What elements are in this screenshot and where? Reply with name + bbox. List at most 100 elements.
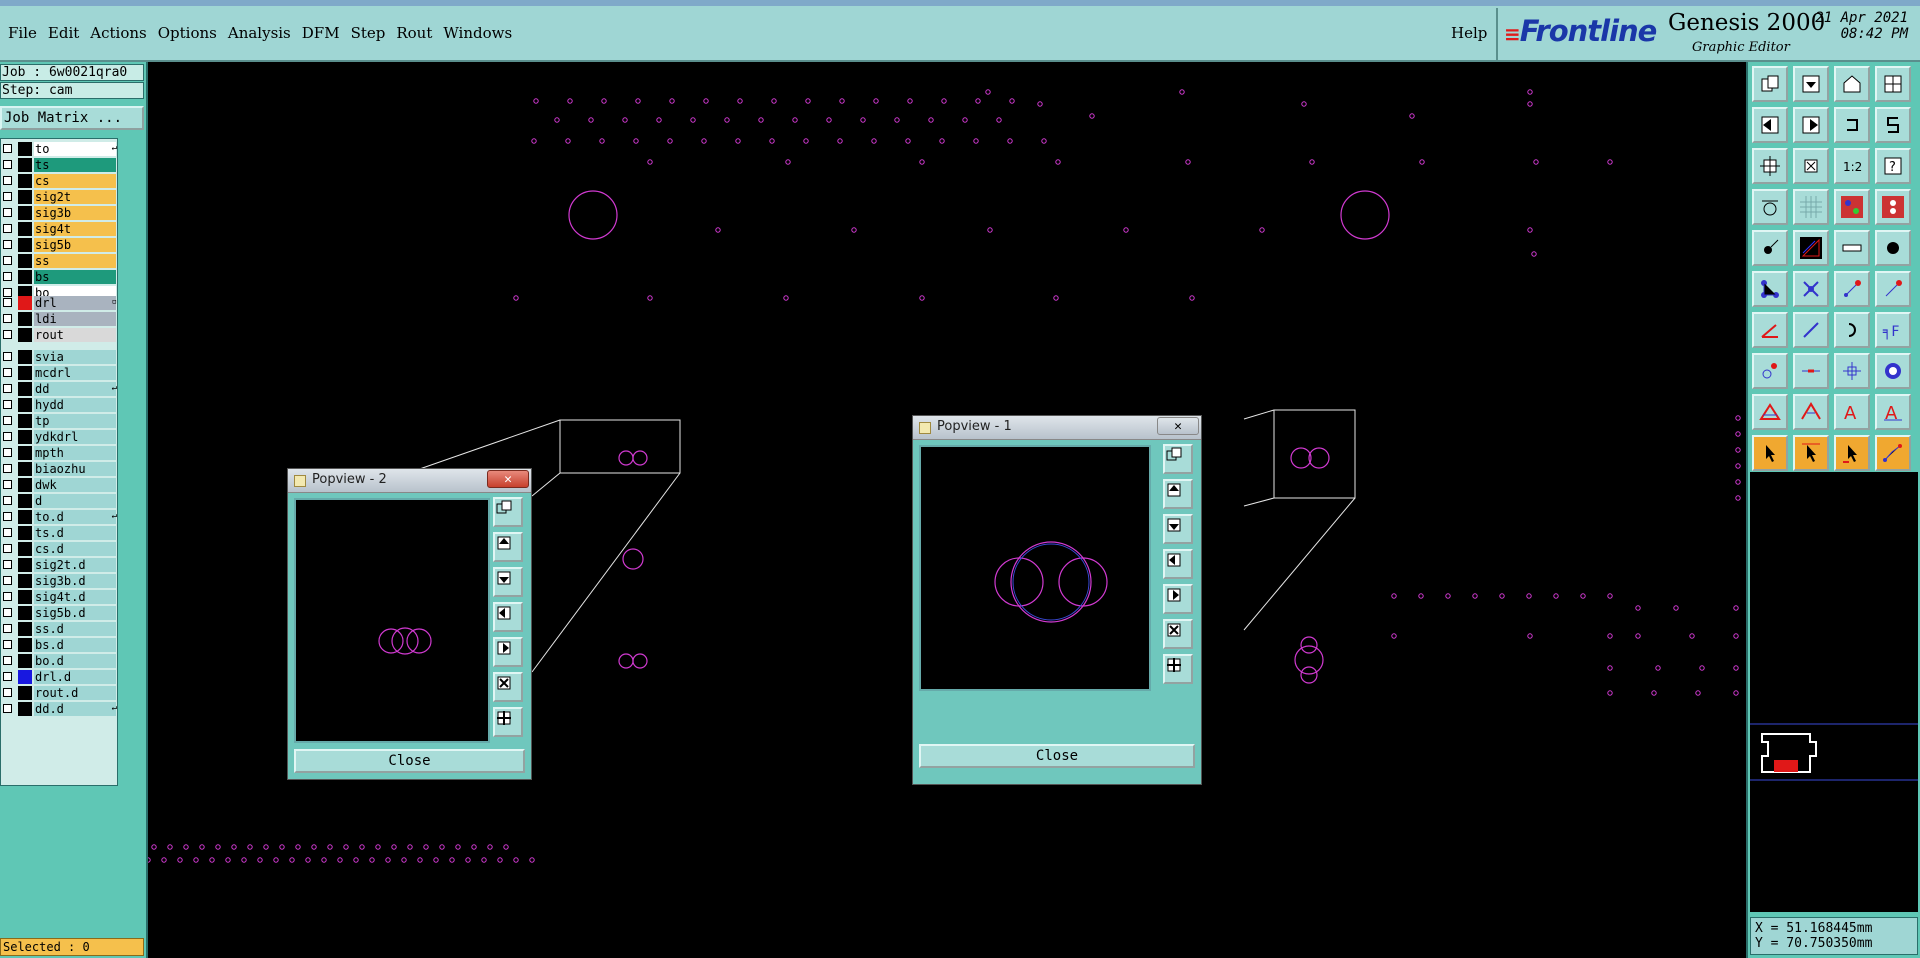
layer-row[interactable]: sig2t	[1, 189, 119, 205]
menu-actions[interactable]: Actions	[88, 24, 155, 42]
move-tool-button[interactable]	[1793, 66, 1829, 102]
popview-2-screen[interactable]	[294, 498, 490, 743]
layer-row[interactable]: dwk	[1, 477, 119, 493]
menu-dfm[interactable]: DFM	[300, 24, 349, 42]
layer-visibility-checkbox[interactable]	[3, 416, 12, 425]
layer-color-swatch[interactable]	[18, 312, 32, 326]
layer-visibility-checkbox[interactable]	[3, 608, 12, 617]
popview-1-window[interactable]: Popview - 1 ✕ Close	[912, 415, 1202, 785]
layer-name[interactable]: ts.d	[34, 526, 116, 540]
layer-color-swatch[interactable]	[18, 296, 32, 310]
layer-color-swatch[interactable]	[18, 526, 32, 540]
layer-visibility-checkbox[interactable]	[3, 314, 12, 323]
layer-name[interactable]: sig5b	[34, 238, 116, 252]
measure-tool-button[interactable]	[1752, 189, 1788, 225]
layer-color-swatch[interactable]	[18, 478, 32, 492]
layer-row[interactable]: hydd	[1, 397, 119, 413]
popview-2-close-button[interactable]: Close	[294, 749, 525, 773]
letter-a2-tool-button[interactable]: A	[1875, 394, 1911, 430]
menu-edit[interactable]: Edit	[46, 24, 88, 42]
layer-name[interactable]: cs.d	[34, 542, 116, 556]
layer-visibility-checkbox[interactable]	[3, 704, 12, 713]
layer-name[interactable]: sig2t	[34, 190, 116, 204]
layer-color-swatch[interactable]	[18, 542, 32, 556]
popview-1-close-x-button[interactable]: ✕	[1157, 417, 1199, 435]
layer-name[interactable]: dd	[34, 382, 116, 396]
popview-1-titlebar[interactable]: Popview - 1 ✕	[913, 416, 1201, 440]
layer-name[interactable]: mcdrl	[34, 366, 116, 380]
pointer-move-tool-button[interactable]	[1834, 435, 1870, 471]
layer-visibility-checkbox[interactable]	[3, 240, 12, 249]
layer-color-swatch[interactable]	[18, 398, 32, 412]
layer-visibility-checkbox[interactable]	[3, 448, 12, 457]
pointer-net-tool-button[interactable]	[1875, 435, 1911, 471]
layer-color-swatch[interactable]	[18, 558, 32, 572]
layer-color-swatch[interactable]	[18, 190, 32, 204]
layer-color-swatch[interactable]	[18, 254, 32, 268]
layer-color-swatch[interactable]	[18, 638, 32, 652]
layer-row[interactable]: sig3b.d	[1, 573, 119, 589]
layer-row[interactable]: bs.d	[1, 637, 119, 653]
layer-row[interactable]: to ↵	[1, 141, 119, 157]
layer-color-swatch[interactable]	[18, 670, 32, 684]
layer-color-swatch[interactable]	[18, 238, 32, 252]
layer-name[interactable]: rout.d	[34, 686, 116, 700]
job-matrix-button[interactable]: Job Matrix ...	[0, 106, 144, 130]
snap-tool-button[interactable]	[1834, 189, 1870, 225]
layer-row[interactable]: ts	[1, 157, 119, 173]
layer-row[interactable]: tp	[1, 413, 119, 429]
layer-color-swatch[interactable]	[18, 366, 32, 380]
graphic-canvas[interactable]: Popview - 2 ✕ Close Popview - 1 ✕ Close	[148, 62, 1746, 958]
pv-copy-button[interactable]	[493, 497, 523, 527]
layer-visibility-checkbox[interactable]	[3, 176, 12, 185]
layer-row[interactable]: ss	[1, 253, 119, 269]
layer-visibility-checkbox[interactable]	[3, 298, 12, 307]
pv-down-button[interactable]	[1163, 514, 1193, 544]
layer-visibility-checkbox[interactable]	[3, 544, 12, 553]
layer-name[interactable]: dwk	[34, 478, 116, 492]
layer-visibility-checkbox[interactable]	[3, 330, 12, 339]
layer-color-swatch[interactable]	[18, 446, 32, 460]
undo-tool-button[interactable]	[1834, 107, 1870, 143]
layer-row[interactable]: sig3b	[1, 205, 119, 221]
layer-name[interactable]: sig5b.d	[34, 606, 116, 620]
layer-row[interactable]: bs	[1, 269, 119, 285]
pv-right-button[interactable]	[1163, 584, 1193, 614]
layer-row[interactable]: ydkdrl	[1, 429, 119, 445]
layer-color-swatch[interactable]	[18, 158, 32, 172]
layer-name[interactable]: drl.d	[34, 670, 116, 684]
dot-tool-button[interactable]	[1875, 230, 1911, 266]
layer-visibility-checkbox[interactable]	[3, 464, 12, 473]
layer-visibility-checkbox[interactable]	[3, 624, 12, 633]
layer-row[interactable]: rout	[1, 327, 119, 343]
layer-name[interactable]: svia	[34, 350, 116, 364]
layer-name[interactable]: sig4t	[34, 222, 116, 236]
layer-row[interactable]: ldi	[1, 311, 119, 327]
pv-up-button[interactable]	[493, 532, 523, 562]
pointer-select-tool-button[interactable]	[1793, 435, 1829, 471]
layer-name[interactable]: ydkdrl	[34, 430, 116, 444]
layer-color-swatch[interactable]	[18, 350, 32, 364]
layer-name[interactable]: sig3b.d	[34, 574, 116, 588]
polygon-tool-button[interactable]	[1793, 230, 1829, 266]
rotate-tool-button[interactable]	[1834, 312, 1870, 348]
layer-visibility-checkbox[interactable]	[3, 512, 12, 521]
layer-visibility-checkbox[interactable]	[3, 224, 12, 233]
fit-tool-button[interactable]	[1752, 148, 1788, 184]
menu-step[interactable]: Step	[349, 24, 395, 42]
layer-name[interactable]: bs.d	[34, 638, 116, 652]
pointer-tool-button[interactable]	[1752, 435, 1788, 471]
layer-color-swatch[interactable]	[18, 686, 32, 700]
layer-name[interactable]: to	[34, 142, 116, 156]
menu-help[interactable]: Help	[1451, 24, 1487, 42]
layer-row[interactable]: mcdrl	[1, 365, 119, 381]
layer-color-swatch[interactable]	[18, 462, 32, 476]
layer-color-swatch[interactable]	[18, 622, 32, 636]
group-tool-button[interactable]	[1875, 353, 1911, 389]
layer-color-swatch[interactable]	[18, 654, 32, 668]
layer-row[interactable]: sig2t.d	[1, 557, 119, 573]
layer-row[interactable]: drl ▫	[1, 295, 119, 311]
triangle-tool-button[interactable]	[1752, 394, 1788, 430]
layer-name[interactable]: mpth	[34, 446, 116, 460]
letter-a-tool-button[interactable]: A	[1834, 394, 1870, 430]
